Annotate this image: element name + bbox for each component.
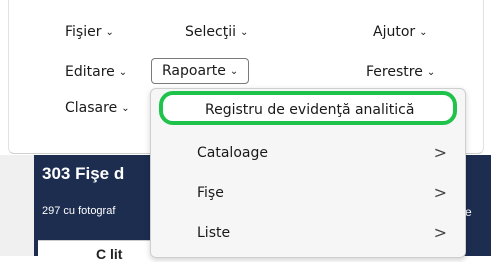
dropdown-item-registru[interactable]: Registru de evidenţă analitică	[151, 89, 465, 129]
records-title: 303 Fişe d	[42, 164, 125, 183]
chevron-right-icon: >	[433, 223, 447, 242]
chevron-right-icon: >	[433, 183, 447, 202]
dropdown-item-fise-label: Fişe	[197, 185, 224, 201]
chevron-down-icon: ⌄	[105, 27, 114, 38]
menu-fisier-label: Fişier	[65, 24, 102, 40]
menu-fisier[interactable]: Fişier ⌄	[65, 20, 114, 44]
menu-clasare-label: Clasare	[65, 100, 118, 116]
chevron-down-icon: ⌄	[118, 67, 128, 78]
chevron-right-icon: >	[433, 143, 447, 162]
records-right-fragment: e	[465, 205, 472, 219]
menu-ajutor[interactable]: Ajutor ⌄	[373, 20, 428, 44]
menu-rapoarte[interactable]: Rapoarte ⌄	[151, 58, 250, 84]
dropdown-item-cataloage-label: Cataloage	[197, 145, 268, 161]
menu-editare[interactable]: Editare ⌄	[65, 60, 127, 84]
chevron-down-icon: ⌄	[426, 67, 436, 78]
chevron-down-icon: ⌄	[419, 27, 428, 38]
menu-selectii-label: Selecţii	[185, 24, 236, 40]
dropdown-item-registru-label: Registru de evidenţă analitică	[205, 102, 415, 118]
highlight-outline: Registru de evidenţă analitică	[159, 91, 457, 125]
left-edge	[0, 155, 34, 256]
menu-selectii[interactable]: Selecţii ⌄	[185, 20, 248, 44]
chevron-down-icon: ⌄	[229, 66, 239, 77]
chevron-down-icon: ⌄	[121, 103, 130, 114]
menu-ajutor-label: Ajutor	[373, 24, 416, 40]
chevron-down-icon: ⌄	[239, 27, 249, 38]
dropdown-item-liste-label: Liste	[197, 225, 231, 241]
menu-ferestre-label: Ferestre	[366, 64, 423, 80]
records-subtitle: 297 cu fotograf	[42, 205, 116, 217]
menu-editare-label: Editare	[65, 64, 115, 80]
dropdown-item-fise[interactable]: Fişe >	[151, 173, 465, 213]
menu-rapoarte-label: Rapoarte	[162, 63, 226, 79]
menu-clasare[interactable]: Clasare ⌄	[65, 96, 130, 120]
rapoarte-dropdown: Registru de evidenţă analitică Cataloage…	[150, 88, 466, 258]
dropdown-item-liste[interactable]: Liste >	[151, 213, 465, 253]
menu-ferestre[interactable]: Ferestre ⌄	[366, 60, 435, 84]
dropdown-item-cataloage[interactable]: Cataloage >	[151, 133, 465, 173]
records-tab-label: C lit	[96, 246, 123, 262]
